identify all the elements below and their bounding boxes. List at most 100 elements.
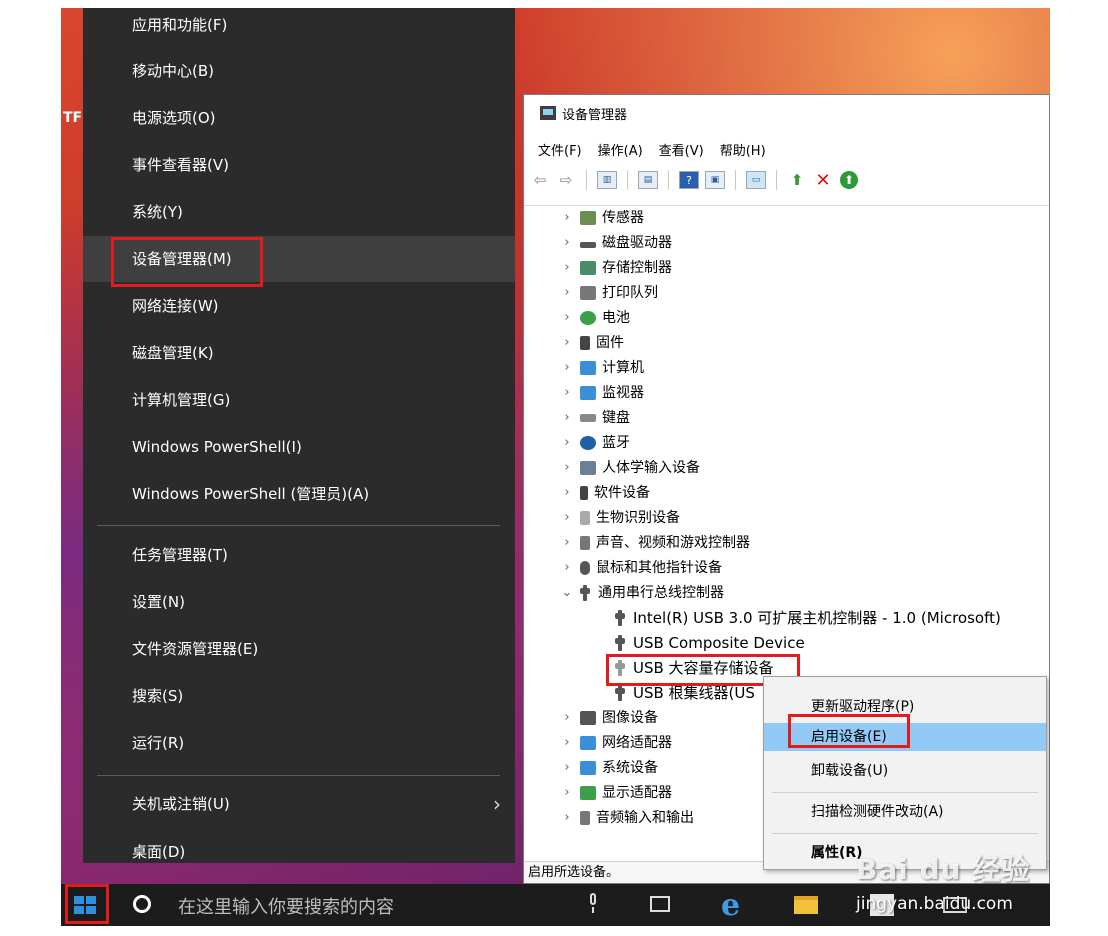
tree-node-label: 监视器: [602, 385, 644, 401]
enable-device-icon[interactable]: ⬆: [839, 171, 859, 189]
chevron-right-icon[interactable]: ›: [560, 506, 574, 530]
tree-node-biometric-devices[interactable]: › 生物识别设备: [560, 506, 680, 530]
tree-node-bluetooth[interactable]: › 蓝牙: [560, 431, 630, 455]
chevron-right-icon[interactable]: ›: [560, 781, 574, 805]
tree-node-sound-video-game-controllers[interactable]: › 声音、视频和游戏控制器: [560, 531, 750, 555]
winx-item-system[interactable]: 系统(Y): [83, 189, 515, 235]
back-arrow-icon[interactable]: ⇦: [530, 171, 550, 189]
chevron-right-icon[interactable]: ›: [560, 331, 574, 355]
printer-icon: [580, 286, 596, 300]
toolbar-separator: [735, 170, 736, 190]
winx-item-event-viewer[interactable]: 事件查看器(V): [83, 142, 515, 188]
winx-item-network-connections[interactable]: 网络连接(W): [83, 283, 515, 329]
scan-hardware-icon[interactable]: ▭: [746, 171, 766, 189]
tree-node-print-queues[interactable]: › 打印队列: [560, 281, 658, 305]
chevron-right-icon[interactable]: ›: [560, 406, 574, 430]
tree-node-disk-drives[interactable]: › 磁盘驱动器: [560, 231, 672, 255]
tree-node-computer[interactable]: › 计算机: [560, 356, 644, 380]
tree-node-human-interface-devices[interactable]: › 人体学输入设备: [560, 456, 700, 480]
edge-browser-icon[interactable]: e: [721, 888, 740, 923]
tree-node-usb-controllers[interactable]: ⌄ 通用串行总线控制器: [560, 581, 724, 605]
tree-node-label: 存储控制器: [602, 260, 672, 276]
toolbar-separator: [586, 170, 587, 190]
chevron-right-icon[interactable]: ›: [560, 281, 574, 305]
winx-item-shutdown-label: 关机或注销(U): [132, 795, 230, 813]
usb-icon: [615, 685, 625, 701]
winx-item-search[interactable]: 搜索(S): [83, 673, 515, 719]
desktop-edge-text: TF: [63, 110, 83, 126]
task-view-icon[interactable]: [650, 896, 670, 912]
chevron-right-icon[interactable]: ›: [560, 431, 574, 455]
properties-icon[interactable]: ▤: [638, 171, 658, 189]
winx-item-power-options[interactable]: 电源选项(O): [83, 95, 515, 141]
chevron-right-icon[interactable]: ›: [560, 481, 574, 505]
tree-node-software-devices[interactable]: › 软件设备: [560, 481, 650, 505]
context-separator: [772, 833, 1038, 834]
help-icon[interactable]: ?: [679, 171, 699, 189]
tree-node-mice-pointing-devices[interactable]: › 鼠标和其他指针设备: [560, 556, 722, 580]
speaker-icon: [580, 811, 590, 825]
tree-node-system-devices[interactable]: › 系统设备: [560, 756, 658, 780]
winx-item-run[interactable]: 运行(R): [83, 720, 515, 766]
show-action-pane-icon[interactable]: ▣: [705, 171, 725, 189]
winx-menu: 应用和功能(F) 移动中心(B) 电源选项(O) 事件查看器(V) 系统(Y) …: [83, 8, 515, 863]
context-item-scan-hardware[interactable]: 扫描检测硬件改动(A): [764, 798, 1046, 826]
chevron-right-icon[interactable]: ›: [560, 806, 574, 830]
tree-node-label: 软件设备: [594, 485, 650, 501]
chevron-right-icon[interactable]: ›: [560, 556, 574, 580]
chevron-right-icon[interactable]: ›: [560, 456, 574, 480]
show-hide-console-tree-icon[interactable]: ▥: [597, 171, 617, 189]
uninstall-device-icon[interactable]: ✕: [813, 170, 833, 191]
tree-node-imaging-devices[interactable]: › 图像设备: [560, 706, 658, 730]
tree-node-storage-controllers[interactable]: › 存储控制器: [560, 256, 672, 280]
menu-action[interactable]: 操作(A): [598, 140, 643, 159]
forward-arrow-icon[interactable]: ⇨: [556, 171, 576, 189]
chevron-right-icon[interactable]: ›: [560, 356, 574, 380]
winx-item-file-explorer[interactable]: 文件资源管理器(E): [83, 626, 515, 672]
tree-node-label: 蓝牙: [602, 435, 630, 451]
winx-item-task-manager[interactable]: 任务管理器(T): [83, 532, 515, 578]
cortana-icon[interactable]: [133, 895, 151, 913]
tree-node-monitors[interactable]: › 监视器: [560, 381, 644, 405]
chevron-right-icon[interactable]: ›: [560, 381, 574, 405]
tree-node-sensors[interactable]: › 传感器: [560, 206, 644, 230]
monitor-icon: [580, 386, 596, 400]
highlight-box-enable-device: [788, 714, 910, 748]
microphone-icon[interactable]: [588, 893, 598, 913]
winx-item-mobility-center[interactable]: 移动中心(B): [83, 48, 515, 94]
tree-node-usb-composite[interactable]: USB Composite Device: [615, 631, 805, 655]
tree-node-display-adapters[interactable]: › 显示适配器: [560, 781, 672, 805]
chevron-right-icon[interactable]: ›: [560, 531, 574, 555]
winx-item-powershell-admin[interactable]: Windows PowerShell (管理员)(A): [83, 471, 515, 517]
winx-item-apps-features[interactable]: 应用和功能(F): [83, 8, 515, 48]
tree-node-network-adapters[interactable]: › 网络适配器: [560, 731, 672, 755]
winx-item-settings[interactable]: 设置(N): [83, 579, 515, 625]
chevron-right-icon[interactable]: ›: [560, 756, 574, 780]
winx-item-disk-management[interactable]: 磁盘管理(K): [83, 330, 515, 376]
winx-item-shutdown[interactable]: 关机或注销(U) ›: [83, 781, 515, 827]
menu-view[interactable]: 查看(V): [659, 140, 704, 159]
menu-help[interactable]: 帮助(H): [720, 140, 766, 159]
chevron-right-icon[interactable]: ›: [560, 306, 574, 330]
taskbar-search-box[interactable]: 在这里输入你要搜索的内容: [178, 893, 394, 919]
update-driver-icon[interactable]: ⬆: [787, 171, 807, 189]
tree-node-firmware[interactable]: › 固件: [560, 331, 624, 355]
winx-item-powershell[interactable]: Windows PowerShell(I): [83, 424, 515, 470]
chevron-right-icon[interactable]: ›: [560, 706, 574, 730]
chevron-right-icon[interactable]: ›: [560, 231, 574, 255]
tree-node-keyboards[interactable]: › 键盘: [560, 406, 630, 430]
tree-node-intel-usb3-host[interactable]: Intel(R) USB 3.0 可扩展主机控制器 - 1.0 (Microso…: [615, 606, 1001, 630]
usb-icon: [615, 610, 625, 626]
tree-node-batteries[interactable]: › 电池: [560, 306, 630, 330]
chevron-right-icon[interactable]: ›: [560, 206, 574, 230]
winx-item-computer-management[interactable]: 计算机管理(G): [83, 377, 515, 423]
file-explorer-icon[interactable]: [794, 896, 818, 914]
winx-item-desktop[interactable]: 桌面(D): [83, 829, 515, 875]
chevron-right-icon[interactable]: ›: [560, 731, 574, 755]
chevron-down-icon[interactable]: ⌄: [560, 581, 574, 605]
chevron-right-icon[interactable]: ›: [560, 256, 574, 280]
menu-file[interactable]: 文件(F): [538, 140, 582, 159]
context-item-uninstall-device[interactable]: 卸载设备(U): [764, 757, 1046, 785]
context-separator: [772, 792, 1038, 793]
tree-node-audio-inputs-outputs[interactable]: › 音频输入和输出: [560, 806, 694, 830]
